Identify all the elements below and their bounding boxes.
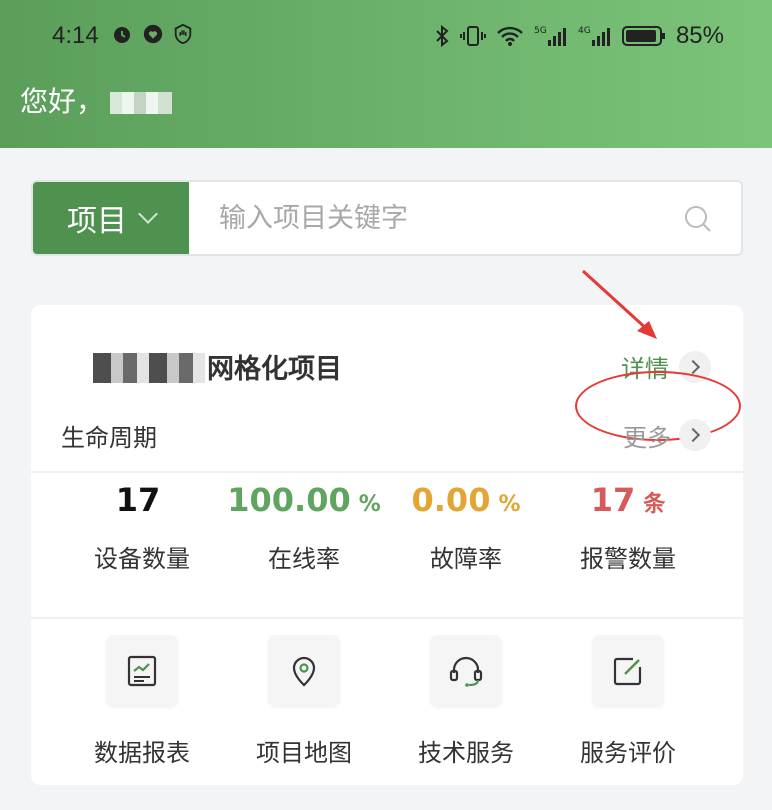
action-label: 服务评价 <box>580 739 676 767</box>
stat-label: 设备数量 <box>94 545 190 573</box>
more-link[interactable]: 更多 <box>623 418 671 453</box>
stat-value: 17 条 <box>590 481 666 519</box>
greeting: 您好， <box>20 80 173 120</box>
stat-device-count[interactable]: 17 设备数量 <box>61 475 223 615</box>
wifi-icon <box>497 26 523 46</box>
chevron-down-icon <box>138 204 158 224</box>
action-data-report[interactable]: 数据报表 <box>61 635 223 785</box>
stat-value: 100.00% <box>227 481 381 519</box>
vibrate-icon <box>459 26 486 46</box>
stat-label: 在线率 <box>268 545 340 573</box>
main-content: 项目 网格化项目 详情 生命周期 更多 17 设备数量 100.00% 在线率 <box>0 148 772 810</box>
stat-fault-rate[interactable]: 0.00% 故障率 <box>385 475 547 615</box>
action-project-map[interactable]: 项目地图 <box>223 635 385 785</box>
search-type-selector[interactable]: 项目 <box>33 182 189 254</box>
status-left-icons <box>110 22 194 46</box>
shield-hand-icon <box>174 23 192 45</box>
heart-icon <box>143 24 163 44</box>
action-label: 数据报表 <box>94 739 190 767</box>
report-icon <box>106 635 178 707</box>
edit-icon <box>592 635 664 707</box>
project-name: 网格化项目 <box>207 354 342 385</box>
svg-text:4G: 4G <box>578 26 591 36</box>
project-card: 网格化项目 详情 生命周期 更多 17 设备数量 100.00% 在线率 0.0… <box>31 269 743 785</box>
action-label: 技术服务 <box>418 739 514 767</box>
header: 4:14 5G 4G 85% 您好， <box>0 0 772 148</box>
alarm-icon <box>114 27 130 43</box>
action-label: 项目地图 <box>256 739 352 767</box>
action-tech-service[interactable]: 技术服务 <box>385 635 547 785</box>
signal-4g-icon: 4G <box>578 26 610 46</box>
signal-5g-icon: 5G <box>534 26 566 46</box>
divider <box>31 617 743 619</box>
stat-value: 0.00% <box>411 481 521 519</box>
annotation-arrow <box>581 269 657 339</box>
redacted-project-name <box>93 353 205 383</box>
search-icon[interactable] <box>683 204 713 234</box>
search-type-label: 项目 <box>67 204 127 239</box>
battery-percent: 85% <box>675 22 724 49</box>
chevron-right-icon <box>685 427 701 443</box>
divider <box>31 471 743 473</box>
headset-icon <box>430 635 502 707</box>
more-arrow-button[interactable] <box>679 419 711 451</box>
search-input[interactable] <box>189 182 741 254</box>
chevron-right-icon <box>685 359 701 375</box>
bluetooth-icon <box>436 24 449 48</box>
status-bar: 4:14 5G 4G 85% <box>0 0 772 72</box>
action-service-review[interactable]: 服务评价 <box>547 635 709 785</box>
status-time: 4:14 <box>52 22 99 49</box>
map-pin-icon <box>268 635 340 707</box>
stat-label: 报警数量 <box>580 545 676 573</box>
search-bar: 项目 <box>31 180 743 256</box>
stat-value: 17 <box>115 481 161 519</box>
greeting-text: 您好， <box>20 85 105 118</box>
redacted-username <box>110 92 173 114</box>
battery-icon <box>621 26 665 46</box>
lifecycle-label: 生命周期 <box>61 424 157 452</box>
svg-text:5G: 5G <box>534 26 547 36</box>
stat-label: 故障率 <box>430 545 502 573</box>
actions-row: 数据报表 项目地图 技术服务 服务评价 <box>31 635 743 785</box>
status-right-icons: 5G 4G 85% <box>434 22 724 50</box>
stats-row: 17 设备数量 100.00% 在线率 0.00% 故障率 17 条 报警数量 <box>31 475 743 615</box>
stat-online-rate[interactable]: 100.00% 在线率 <box>223 475 385 615</box>
stat-alarm-count[interactable]: 17 条 报警数量 <box>547 475 709 615</box>
